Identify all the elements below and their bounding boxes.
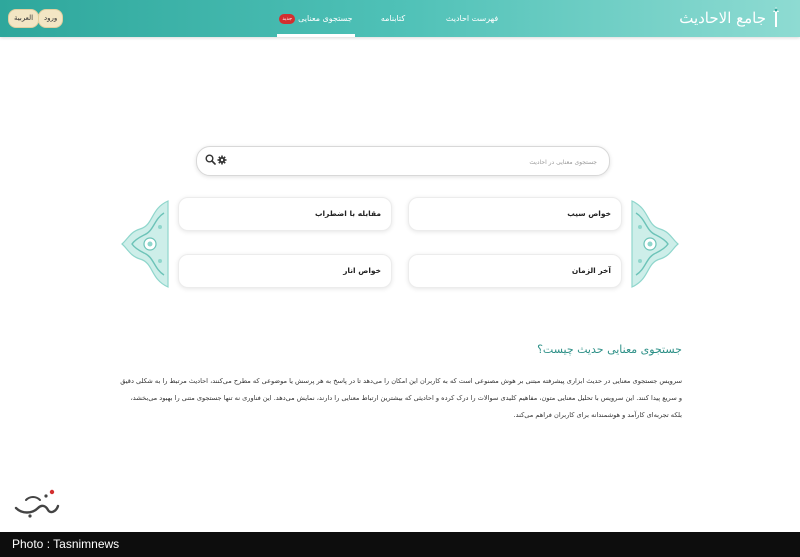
suggestion-card[interactable]: آخر الزمان [408,254,622,288]
tab-semantic-search-label: جستجوی معنایی [298,14,353,23]
tab-bibliography[interactable]: کتابنامه [365,0,421,37]
logo-emblem-icon [773,7,779,27]
suggestion-label: آخر الزمان [571,266,611,275]
tab-hadith-list[interactable]: فهرست احادیث [437,0,507,37]
left-ornament-icon [121,200,169,288]
site-logo[interactable]: جامع الاحادیث [679,4,784,32]
tab-hadith-list-label: فهرست احادیث [445,14,499,23]
search-bar [196,146,610,176]
search-icon[interactable] [205,154,216,165]
about-description: سرویس جستجوی معنایی در حدیث ابزاری پیشرف… [120,377,682,419]
login-button[interactable]: ورود [38,9,64,28]
about-title: جستجوی معنایی حدیث چیست؟ [537,343,682,356]
suggestion-label: مقابله با اضطراب [314,209,381,218]
photo-credit: Photo : Tasnimnews [0,532,800,557]
gear-icon[interactable] [217,155,227,165]
tab-bibliography-label: کتابنامه [380,14,406,23]
tab-semantic-search[interactable]: جستجوی معناییجدید [277,0,355,37]
new-badge: جدید [279,13,296,24]
suggestion-card[interactable]: خواص انار [178,254,392,288]
top-header: جامع الاحادیث فهرست احادیث کتابنامه جستج… [0,0,800,37]
suggestion-label: خواص سیب [567,209,611,218]
suggestion-card[interactable]: مقابله با اضطراب [178,197,392,231]
search-input[interactable] [235,151,599,173]
language-button[interactable]: العربیة [8,9,40,28]
suggestion-card[interactable]: خواص سیب [408,197,622,231]
right-ornament-icon [631,200,679,288]
suggestion-label: خواص انار [343,266,381,275]
tasnim-watermark-icon [14,489,60,518]
